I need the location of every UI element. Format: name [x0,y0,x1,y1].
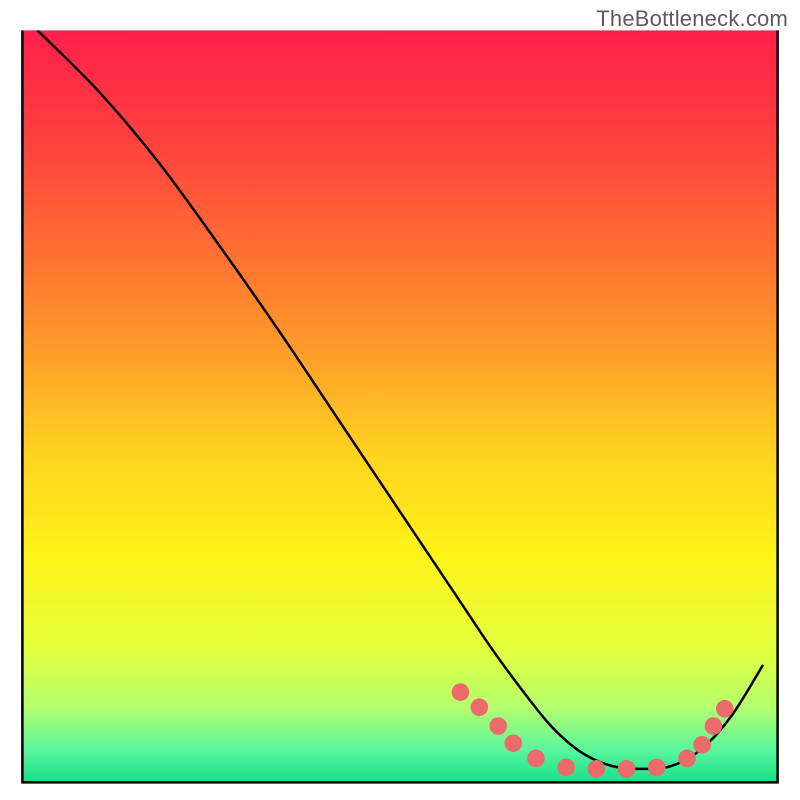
marker-point [648,759,666,777]
marker-point [588,760,606,778]
marker-point [693,736,711,754]
chart-canvas [0,0,800,800]
marker-point [678,750,696,768]
marker-point [527,750,545,768]
chart-frame: TheBottleneck.com [0,0,800,800]
marker-point [504,735,522,753]
marker-point [471,698,489,716]
marker-point [452,683,470,701]
marker-point [557,759,575,777]
marker-point [618,760,636,778]
marker-point [705,717,723,735]
marker-point [716,700,734,718]
chart-background [22,30,777,782]
marker-point [489,717,507,735]
watermark-text: TheBottleneck.com [596,6,788,32]
